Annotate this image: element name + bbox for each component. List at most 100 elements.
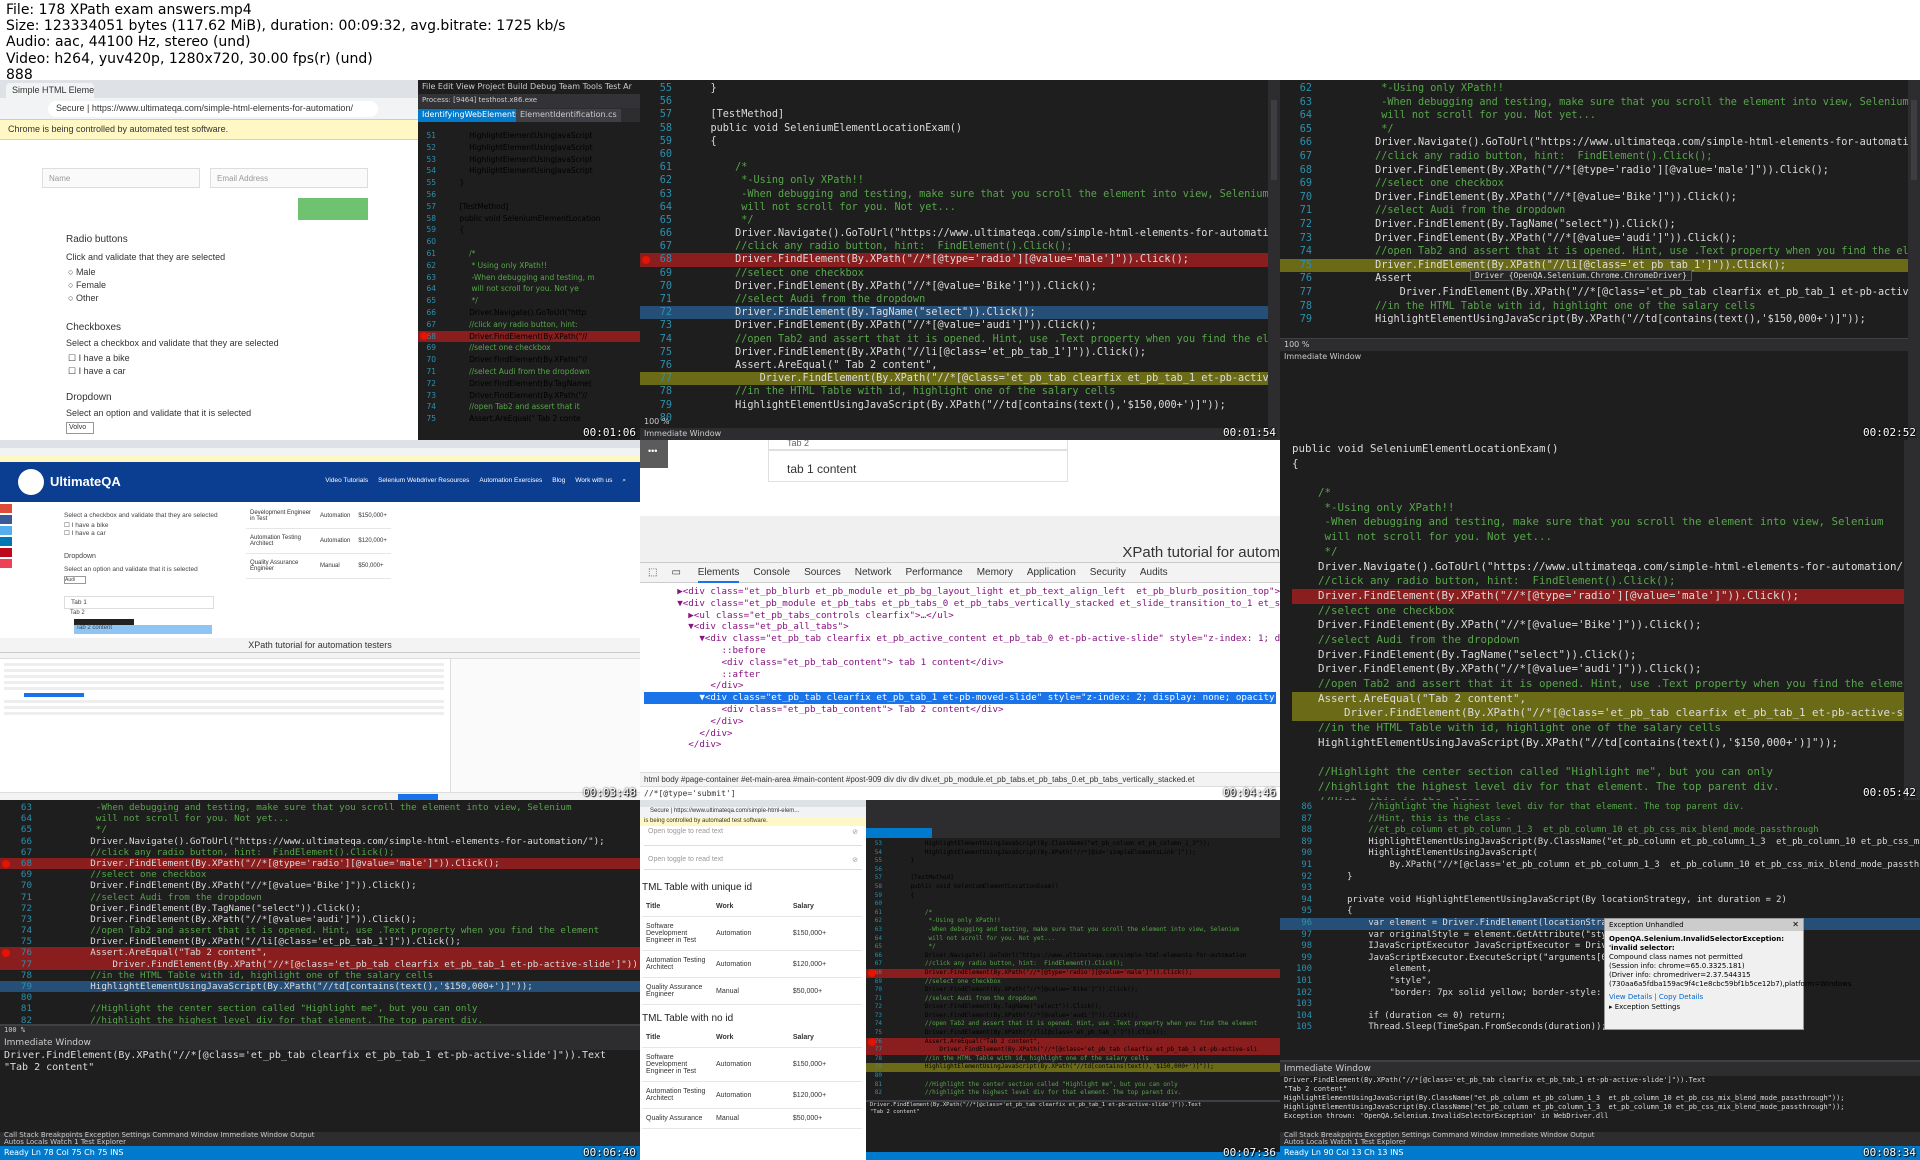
- dom-node[interactable]: ▶<ul class="et_pb_tabs_controls clearfix…: [644, 610, 1276, 622]
- code-line[interactable]: 73 Driver.FindElement(By.XPath("//*[@val…: [866, 1012, 1280, 1021]
- code-line[interactable]: 57 [TestMethod]: [640, 108, 1280, 121]
- radio-other[interactable]: ○ Other: [68, 292, 106, 305]
- code-line[interactable]: 77 Driver.FindElement(By.XPath("//*[@cla…: [640, 372, 1280, 386]
- zoom-level[interactable]: 100 %: [644, 417, 669, 426]
- zoom-level[interactable]: 100 %: [0, 1026, 640, 1036]
- radio-female[interactable]: ○ Female: [68, 279, 106, 292]
- devtools-tab-security[interactable]: Security: [1090, 567, 1126, 578]
- code-line[interactable]: [1292, 471, 1920, 486]
- code-line[interactable]: 70 Driver.FindElement(By.XPath("//: [418, 354, 640, 366]
- code-line[interactable]: 69 //select one checkbox: [866, 978, 1280, 987]
- dom-node[interactable]: ▼<div class="et_pb_all_tabs">: [644, 621, 1276, 633]
- nav-link[interactable]: Automation Exercises: [479, 477, 542, 484]
- immediate-window[interactable]: Driver.FindElement(By.XPath("//*[@class=…: [866, 1100, 1280, 1152]
- code-line[interactable]: 53 HighlightElementUsingJavaScript(By.Cl…: [866, 840, 1280, 849]
- code-line[interactable]: 71 //select Audi from the dropdown: [640, 293, 1280, 306]
- code-line[interactable]: //open Tab2 and assert that it is opened…: [1292, 677, 1920, 692]
- code-line[interactable]: 69 //select one checkbox: [1280, 177, 1920, 191]
- code-line[interactable]: 68 Driver.FindElement(By.XPath("//*[@typ…: [640, 253, 1280, 267]
- code-line[interactable]: 66 Driver.Navigate().GoToUrl("https://ww…: [640, 227, 1280, 240]
- code-line[interactable]: Driver.FindElement(By.TagName("select"))…: [1292, 648, 1920, 663]
- code-line[interactable]: HighlightElementUsingJavaScript(By.XPath…: [1292, 736, 1920, 751]
- car-select[interactable]: Volvo: [66, 422, 94, 434]
- code-line[interactable]: 57 [TestMethod]: [418, 201, 640, 213]
- code-line[interactable]: 66 Driver.Navigate().GoToUrl("https://ww…: [0, 836, 640, 847]
- code-line[interactable]: 73 Driver.FindElement(By.XPath("//*[@val…: [1280, 232, 1920, 246]
- breakpoint-icon[interactable]: [2, 949, 10, 958]
- code-line[interactable]: 76 Assert.AreEqual(" Tab 2 content",: [640, 359, 1280, 372]
- code-line[interactable]: [1292, 750, 1920, 765]
- code-line[interactable]: 80: [866, 1072, 1280, 1081]
- code-line[interactable]: 73 Driver.FindElement(By.XPath("//*[@val…: [0, 914, 640, 925]
- code-line[interactable]: 77 Driver.FindElement(By.XPath("//*[@cla…: [0, 958, 640, 970]
- code-line[interactable]: 104 if (duration <= 0) return;: [1280, 1011, 1920, 1023]
- code-line[interactable]: 78 //in the HTML Table with id, highligh…: [866, 1055, 1280, 1064]
- devtools-tab-network[interactable]: Network: [855, 567, 892, 578]
- browser-tab[interactable]: Simple HTML Elements F...: [6, 83, 94, 98]
- breakpoint-icon[interactable]: [868, 1037, 876, 1046]
- code-line[interactable]: Driver.Navigate().GoToUrl("https://www.u…: [1292, 560, 1920, 575]
- code-line[interactable]: 57 [TestMethod]: [866, 874, 1280, 883]
- immediate-line[interactable]: HighlightElementUsingJavaScript(By.Class…: [1280, 1094, 1920, 1103]
- dom-node[interactable]: </div>: [644, 728, 1276, 740]
- code-line[interactable]: 52 HighlightElementUsingJavaScript: [418, 142, 640, 154]
- code-line[interactable]: 60: [418, 236, 640, 248]
- linkedin-icon[interactable]: [0, 537, 12, 546]
- dom-node[interactable]: ::after: [644, 669, 1276, 681]
- code-line[interactable]: 67 //click any radio button, hint:: [418, 319, 640, 331]
- tab-2-header[interactable]: Tab 2: [768, 440, 1068, 450]
- email-field[interactable]: Email Address: [210, 168, 368, 188]
- code-line[interactable]: 71 //select Audi from the dropdown: [1280, 204, 1920, 218]
- code-line[interactable]: 75 Driver.FindElement(By.XPath("//li[@cl…: [0, 936, 640, 947]
- dom-search-input[interactable]: //*[@type='submit']: [640, 786, 1280, 800]
- code-line[interactable]: 74 //open Tab2 and assert that it is ope…: [866, 1020, 1280, 1029]
- diagnostic-tools-rail[interactable]: [1904, 440, 1920, 800]
- code-line[interactable]: 63 -When debugging and testing, make sur…: [1280, 96, 1920, 110]
- code-line[interactable]: 95 {: [1280, 906, 1920, 918]
- immediate-window[interactable]: Immediate Window Driver.FindElement(By.X…: [1280, 1060, 1920, 1132]
- tab-element-identification[interactable]: ElementIdentification.cs: [516, 109, 621, 122]
- devtools-breadcrumb[interactable]: html body #page-container #et-main-area …: [640, 772, 1280, 786]
- pinterest-icon[interactable]: [0, 548, 12, 557]
- device-toolbar-icon[interactable]: ▭: [671, 567, 680, 578]
- code-line[interactable]: 64 will not scroll for you. Not yet...: [1280, 109, 1920, 123]
- code-line[interactable]: 67 //click any radio button, hint: FindE…: [0, 847, 640, 858]
- code-line[interactable]: 93: [1280, 883, 1920, 895]
- car-select[interactable]: Audi: [64, 576, 86, 584]
- submit-button[interactable]: [298, 198, 368, 220]
- styles-pane[interactable]: [450, 659, 640, 800]
- code-line[interactable]: 66 Driver.Navigate().GoToUrl("https://ww…: [1280, 136, 1920, 150]
- nav-link[interactable]: Video Tutorials: [325, 477, 368, 484]
- code-line[interactable]: 79 HighlightElementUsingJavaScript(By.XP…: [1280, 313, 1920, 327]
- code-line[interactable]: 62 *-Using only XPath!!: [640, 174, 1280, 187]
- code-line[interactable]: 74 //open Tab2 and assert that it is ope…: [640, 333, 1280, 346]
- code-line[interactable]: 68 Driver.FindElement(By.XPath("//: [418, 330, 640, 343]
- vs-menu[interactable]: File Edit View Project Build Debug Team …: [418, 80, 640, 94]
- nav-link[interactable]: Selenium Webdriver Resources: [378, 477, 469, 484]
- code-line[interactable]: 77 Driver.FindElement(By.XPath("//*[@cla…: [1280, 286, 1920, 300]
- code-line[interactable]: 56: [640, 95, 1280, 108]
- code-line[interactable]: 74 //open Tab2 and assert that it is ope…: [1280, 245, 1920, 259]
- immediate-window-tab[interactable]: Immediate Window: [640, 428, 1280, 440]
- devtools-tab-elements[interactable]: Elements: [697, 567, 740, 583]
- code-line[interactable]: 78 //in the HTML Table with id, highligh…: [1280, 300, 1920, 314]
- code-line[interactable]: 54 HighlightElementUsingJavaScript: [418, 165, 640, 177]
- code-line[interactable]: 72 Driver.FindElement(By.TagName("select…: [866, 1003, 1280, 1012]
- code-line[interactable]: //select Audi from the dropdown: [1292, 633, 1920, 648]
- code-line[interactable]: 72 Driver.FindElement(By.TagName("select…: [0, 903, 640, 914]
- code-line[interactable]: */: [1292, 545, 1920, 560]
- code-line[interactable]: 63 -When debugging and testing, make sur…: [0, 802, 640, 813]
- code-line[interactable]: public void SeleniumElementLocationExam(…: [1292, 442, 1920, 457]
- code-line[interactable]: 65 */: [866, 943, 1280, 952]
- code-line[interactable]: Driver.FindElement(By.XPath("//*[@class=…: [1292, 706, 1920, 722]
- tab-1[interactable]: Tab 1: [64, 596, 214, 609]
- code-line[interactable]: 80: [640, 412, 1280, 425]
- code-line[interactable]: -When debugging and testing, make sure t…: [1292, 515, 1920, 530]
- active-doc-tab[interactable]: [866, 828, 932, 838]
- gplus-icon[interactable]: [0, 504, 12, 513]
- datatip[interactable]: Driver {OpenQA.Selenium.Chrome.ChromeDri…: [1470, 270, 1692, 281]
- code-line[interactable]: 72 Driver.FindElement(By.TagName(: [418, 378, 640, 390]
- code-line[interactable]: 55 }: [640, 82, 1280, 95]
- url-input[interactable]: Secure | https://www.ultimateqa.com/simp…: [48, 101, 378, 117]
- code-line[interactable]: 58 public void SeleniumElementLocation: [418, 213, 640, 225]
